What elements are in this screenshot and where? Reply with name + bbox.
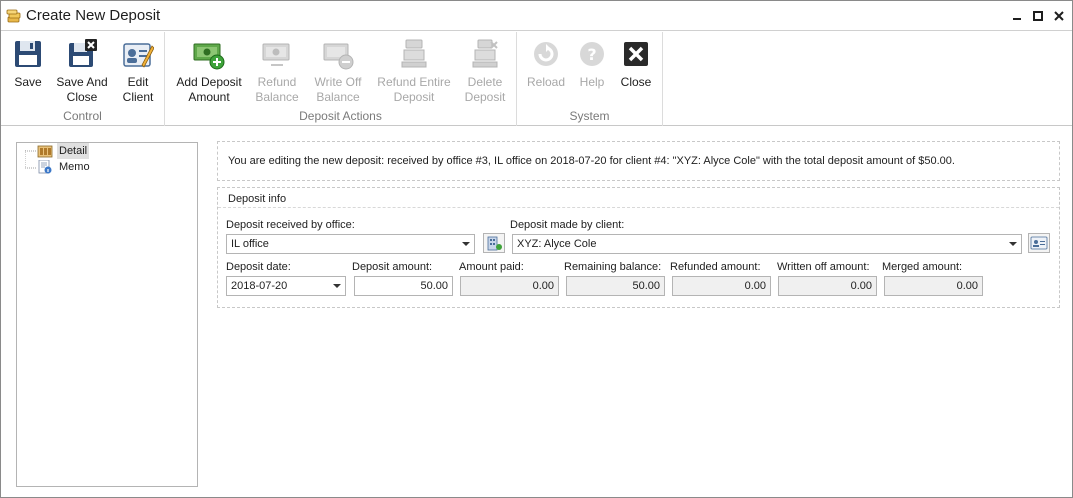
deposit-info-divider xyxy=(218,207,1059,208)
minimize-icon[interactable] xyxy=(1009,8,1025,24)
date-label: Deposit date: xyxy=(226,261,291,273)
deposit-date-picker[interactable]: 2018-07-20 xyxy=(226,276,346,296)
tree-item-memo-label: Memo xyxy=(59,161,90,173)
control-group-label: Control xyxy=(63,109,102,123)
refund-balance-button[interactable]: Refund Balance xyxy=(251,38,303,105)
refund-deposit-icon xyxy=(401,39,427,68)
delete-deposit-icon xyxy=(472,39,498,68)
window-title: Create New Deposit xyxy=(26,7,161,24)
navigation-tree: Detail Memo xyxy=(16,142,198,487)
deposit-amount-input[interactable]: 50.00 xyxy=(354,276,453,296)
close-icon xyxy=(624,42,648,66)
contact-card-icon xyxy=(1030,236,1048,250)
merged-amount-field: 0.00 xyxy=(884,276,983,296)
reload-icon xyxy=(534,42,558,66)
floppy-disk-close-icon xyxy=(69,39,97,67)
delete-deposit-label: Delete Deposit xyxy=(464,75,506,104)
office-lookup-button[interactable] xyxy=(483,233,505,253)
client-label: Deposit made by client: xyxy=(510,219,625,231)
ribbon-toolbar: Save Save And Close Edit Client Control … xyxy=(1,32,1072,126)
detail-icon xyxy=(37,145,53,158)
memo-icon xyxy=(38,160,52,174)
add-deposit-amount-label: Add Deposit Amount xyxy=(176,75,242,104)
paid-label: Amount paid: xyxy=(459,261,524,273)
remaining-label: Remaining balance: xyxy=(564,261,662,273)
refunded-amount-field: 0.00 xyxy=(672,276,771,296)
save-label: Save xyxy=(14,75,42,89)
written-off-label: Written off amount: xyxy=(777,261,870,273)
refund-entire-deposit-label: Refund Entire Deposit xyxy=(377,75,451,104)
deposit-info-panel: Deposit info Deposit received by office:… xyxy=(217,187,1060,308)
write-off-balance-button[interactable]: Write Off Balance xyxy=(309,38,367,105)
refund-balance-label: Refund Balance xyxy=(255,75,299,104)
merged-label: Merged amount: xyxy=(882,261,963,273)
edit-client-label: Edit Client xyxy=(122,75,154,104)
window-close-icon[interactable] xyxy=(1051,8,1067,24)
edit-client-button[interactable]: Edit Client xyxy=(115,38,161,105)
save-and-close-label: Save And Close xyxy=(56,75,108,104)
refund-balance-icon xyxy=(262,43,290,66)
system-group: Reload ? Help Close System xyxy=(517,32,663,126)
client-card-button[interactable] xyxy=(1028,233,1050,253)
refunded-label: Refunded amount: xyxy=(670,261,761,273)
add-deposit-amount-button[interactable]: Add Deposit Amount xyxy=(173,38,245,105)
floppy-disk-icon xyxy=(15,41,41,67)
deposit-info-title: Deposit info xyxy=(228,193,287,205)
client-value: XYZ: Alyce Cole xyxy=(517,238,597,250)
amount-paid-field: 0.00 xyxy=(460,276,559,296)
office-label: Deposit received by office: xyxy=(226,219,355,231)
building-icon xyxy=(487,236,502,251)
add-money-icon xyxy=(193,43,225,70)
office-select[interactable]: IL office xyxy=(226,234,475,254)
reload-button[interactable]: Reload xyxy=(523,38,569,90)
close-button[interactable]: Close xyxy=(615,38,657,90)
edit-client-icon xyxy=(123,43,154,68)
write-off-icon xyxy=(323,43,354,70)
refund-entire-deposit-button[interactable]: Refund Entire Deposit xyxy=(373,38,455,105)
chevron-down-icon xyxy=(462,242,470,246)
save-button[interactable]: Save xyxy=(7,38,49,90)
write-off-balance-label: Write Off Balance xyxy=(314,75,362,104)
save-and-close-button[interactable]: Save And Close xyxy=(55,38,109,105)
tree-item-detail-label: Detail xyxy=(57,143,90,159)
date-value: 2018-07-20 xyxy=(231,280,288,292)
chevron-down-icon xyxy=(333,284,341,288)
control-group: Save Save And Close Edit Client Control xyxy=(1,32,165,126)
deposit-actions-group-label: Deposit Actions xyxy=(299,109,382,123)
deposit-actions-group: Add Deposit Amount Refund Balance Write … xyxy=(165,32,517,126)
system-group-label: System xyxy=(569,109,610,123)
delete-deposit-button[interactable]: Delete Deposit xyxy=(461,38,509,105)
client-select[interactable]: XYZ: Alyce Cole xyxy=(512,234,1022,254)
office-value: IL office xyxy=(231,238,269,250)
title-bar: Create New Deposit xyxy=(1,1,1072,31)
remaining-balance-field: 50.00 xyxy=(566,276,665,296)
chevron-down-icon xyxy=(1009,242,1017,246)
help-label: Help xyxy=(579,75,605,89)
app-coins-icon xyxy=(6,9,21,23)
create-deposit-window: Create New Deposit Save Save And Close E… xyxy=(0,0,1073,498)
help-button[interactable]: ? Help xyxy=(573,38,611,90)
reload-label: Reload xyxy=(526,75,566,89)
close-label: Close xyxy=(620,75,652,89)
info-panel: You are editing the new deposit: receive… xyxy=(217,141,1060,181)
written-off-amount-field: 0.00 xyxy=(778,276,877,296)
maximize-icon[interactable] xyxy=(1030,8,1046,24)
svg-text:?: ? xyxy=(587,45,596,64)
amount-label: Deposit amount: xyxy=(352,261,433,273)
info-message: You are editing the new deposit: receive… xyxy=(228,155,955,167)
help-icon: ? xyxy=(580,42,604,66)
